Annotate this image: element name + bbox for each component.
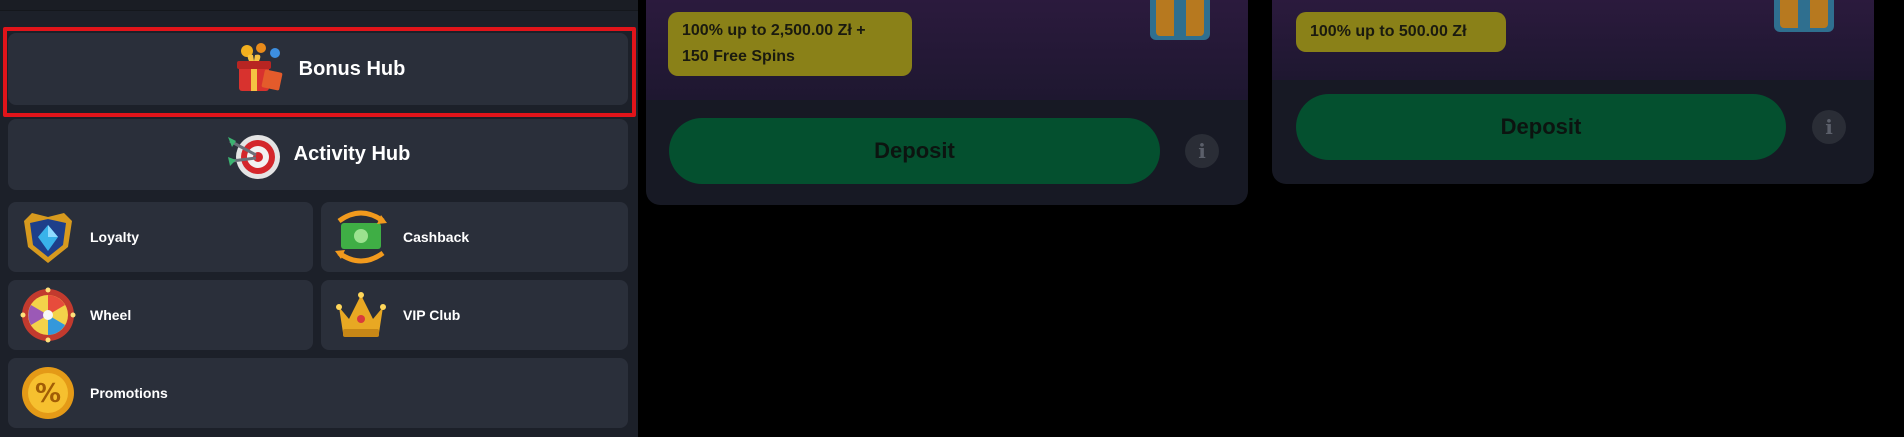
offer-badge-line1: 100% up to 500.00 Zł — [1310, 23, 1467, 40]
loyalty-label: Loyalty — [90, 229, 140, 245]
bonus-hub-label: Bonus Hub — [298, 57, 406, 80]
cashback-label: Cashback — [403, 229, 470, 245]
deposit-button[interactable]: Deposit — [669, 118, 1160, 184]
dart-target-icon — [226, 127, 282, 183]
deposit-button[interactable]: Deposit — [1296, 94, 1786, 160]
sidebar-item-cashback[interactable]: Cashback — [321, 202, 628, 272]
info-icon[interactable]: i — [1185, 134, 1219, 168]
offer-badge: 100% up to 2,500.00 Zł + 150 Free Spins — [668, 12, 912, 76]
cash-arrows-icon — [331, 207, 391, 267]
offer-badge: 100% up to 500.00 Zł — [1296, 12, 1506, 52]
vip-club-label: VIP Club — [403, 307, 461, 323]
treasure-chest-icon — [1774, 0, 1834, 32]
activity-hub-label: Activity Hub — [293, 143, 411, 165]
activity-hub-button[interactable]: Activity Hub — [8, 119, 628, 190]
promotions-label: Promotions — [90, 385, 168, 401]
bonus-hub-button[interactable]: Bonus Hub — [8, 33, 628, 105]
sidebar-item-wheel[interactable]: Wheel — [8, 280, 313, 350]
sidebar-item-promotions[interactable]: % Promotions — [8, 358, 628, 428]
sidebar-item-vip-club[interactable]: VIP Club — [321, 280, 628, 350]
bonus-sidebar: Bonus Hub Activity Hub Loyalty Cashback … — [0, 0, 638, 437]
gift-box-icon — [231, 41, 287, 97]
shield-gem-icon — [18, 207, 78, 267]
sidebar-top-strip — [0, 0, 638, 11]
info-icon[interactable]: i — [1812, 110, 1846, 144]
wheel-label: Wheel — [90, 307, 132, 323]
percent-coin-icon: % — [18, 363, 78, 423]
offer-badge-line2: 150 Free Spins — [682, 48, 795, 65]
sidebar-item-loyalty[interactable]: Loyalty — [8, 202, 313, 272]
offer-card: 100% up to 2,500.00 Zł + 150 Free Spins … — [646, 0, 1248, 205]
crown-icon — [331, 285, 391, 345]
treasure-chest-icon — [1150, 0, 1210, 40]
fortune-wheel-icon — [18, 285, 78, 345]
offer-badge-line1: 100% up to 2,500.00 Zł + — [682, 22, 866, 39]
svg-text:%: % — [35, 379, 61, 409]
offer-card: 100% up to 500.00 Zł Deposit i — [1272, 0, 1874, 184]
